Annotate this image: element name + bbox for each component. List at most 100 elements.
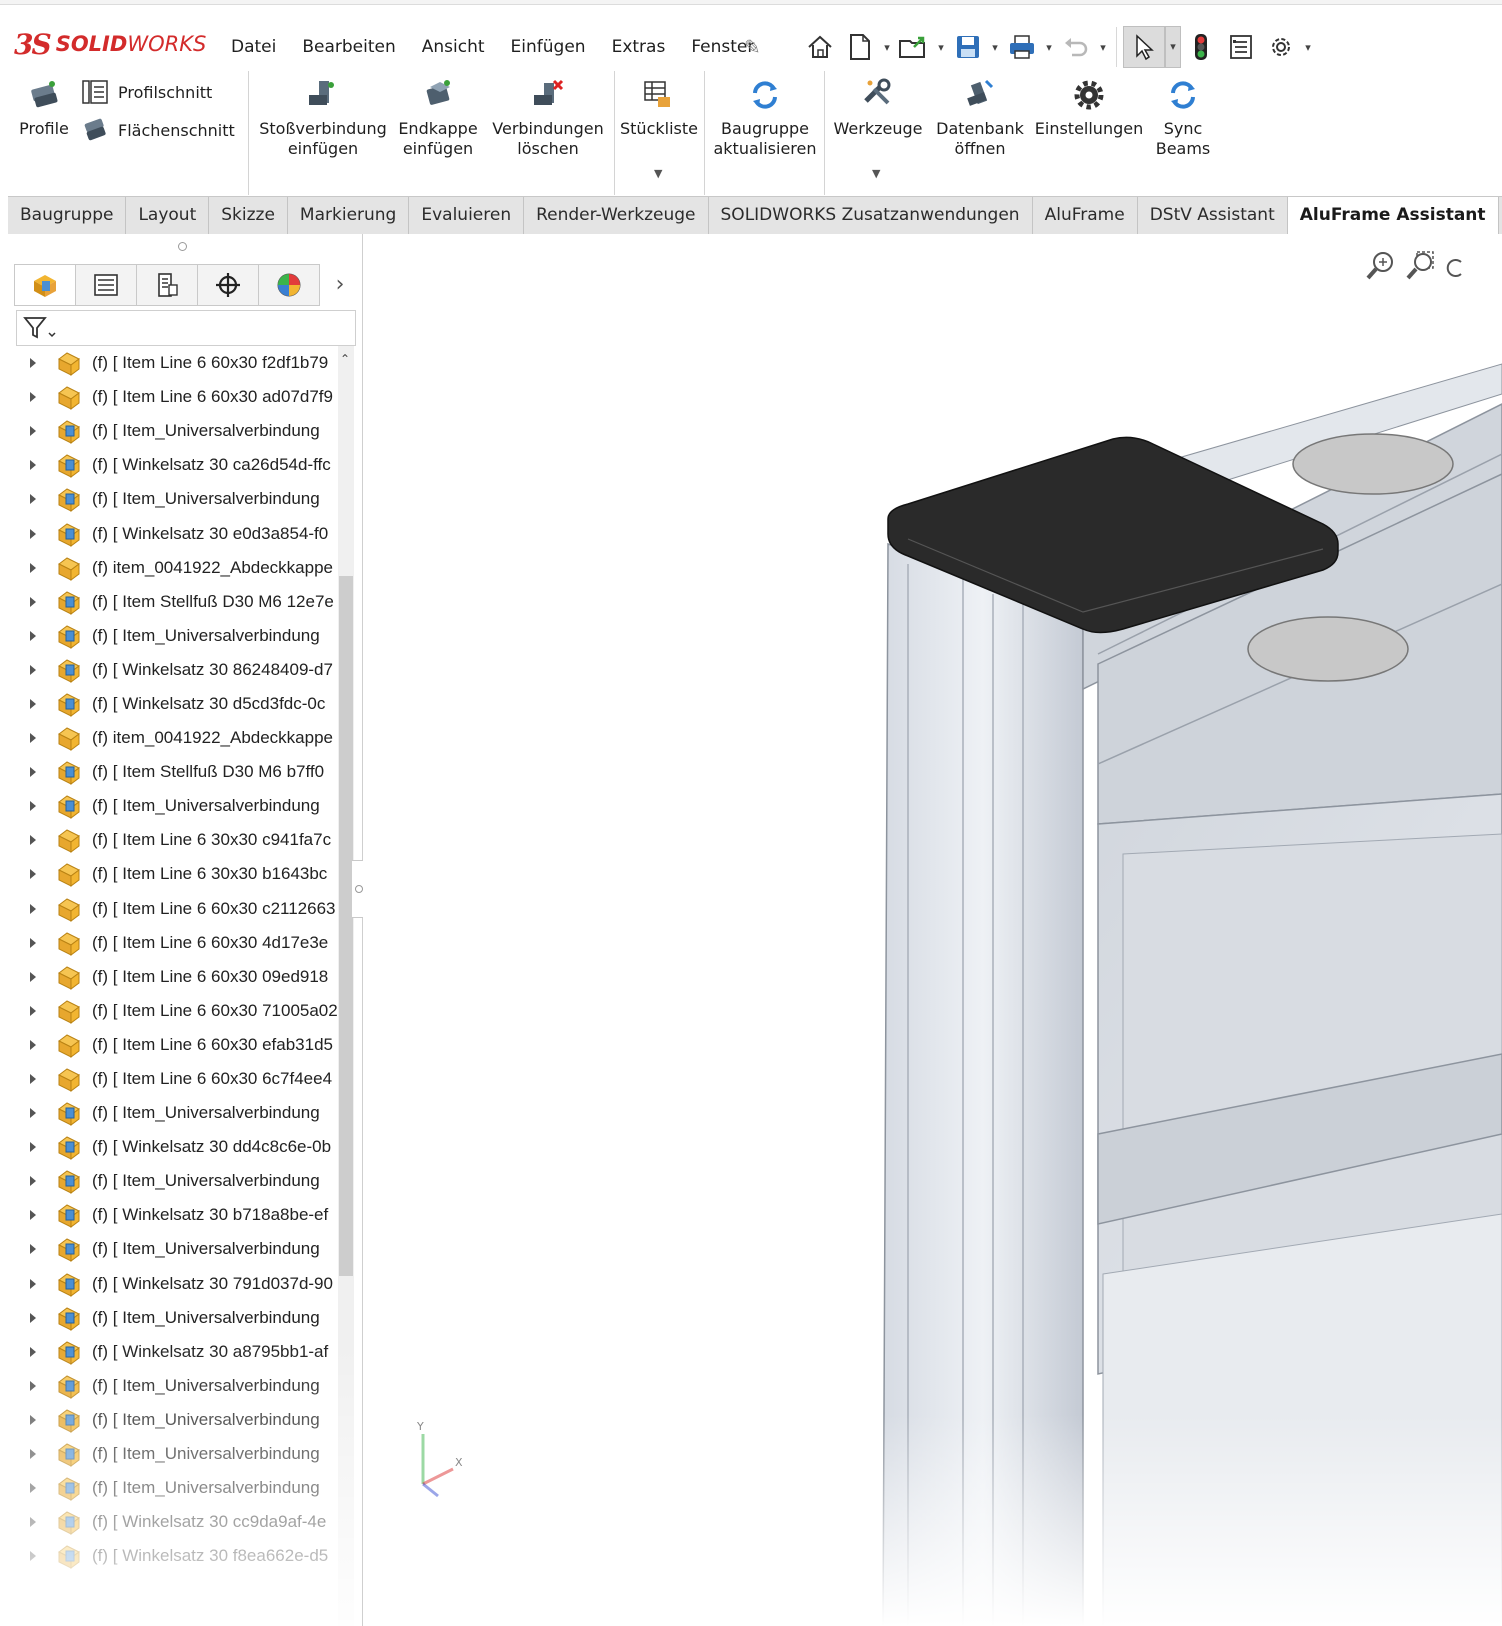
tree-item[interactable]: (f) [ Item_Universalverbindung [16,1301,346,1335]
propertymanager-tab-icon[interactable] [76,264,137,306]
tree-item[interactable]: (f) [ Item_Universalverbindung [16,1403,346,1437]
tree-item[interactable]: (f) [ Item Line 6 60x30 71005a02 [16,994,346,1028]
expand-arrow-icon[interactable] [30,698,36,709]
tree-item[interactable]: (f) [ Item Line 6 60x30 6c7f4ee4 [16,1062,346,1096]
expand-arrow-icon[interactable] [30,1312,36,1323]
tree-item[interactable]: (f) [ Winkelsatz 30 e0d3a854-f0 [16,516,346,550]
tree-item[interactable]: (f) [ Item_Universalverbindung [16,1232,346,1266]
expand-arrow-icon[interactable] [30,801,36,812]
einstellungen-button[interactable]: Einstellungen [1034,71,1144,139]
print-icon[interactable] [1002,27,1042,67]
tree-item[interactable]: (f) [ Item_Universalverbindung [16,482,346,516]
tree-filter[interactable] [16,310,356,346]
tree-item[interactable]: (f) [ Item Line 6 60x30 09ed918 [16,960,346,994]
expand-arrow-icon[interactable] [30,1108,36,1119]
tab-dstv-assistant[interactable]: DStV Assistant [1137,197,1288,234]
tree-item[interactable]: (f) [ Item_Universalverbindung [16,1164,346,1198]
expand-arrow-icon[interactable] [30,1380,36,1391]
tree-item[interactable]: (f) [ Item Line 6 30x30 b1643bc [16,857,346,891]
stueckliste-dropdown-icon[interactable]: ▼ [654,167,662,180]
undo-dropdown-icon[interactable]: ▾ [1096,41,1110,54]
dimxpert-tab-icon[interactable] [198,264,259,306]
tree-item[interactable]: (f) [ Item Line 6 60x30 efab31d5 [16,1028,346,1062]
expand-arrow-icon[interactable] [30,1483,36,1494]
tree-item[interactable]: (f) [ Item Line 6 60x30 c2112663 [16,892,346,926]
expand-arrow-icon[interactable] [30,1551,36,1562]
tab-solidworks-zusatzanwendungen[interactable]: SOLIDWORKS Zusatzanwendungen [708,197,1033,234]
expand-arrow-icon[interactable] [30,664,36,675]
endkappe-button[interactable]: Endkappe einfügen [396,71,480,159]
verbindungen-loeschen-button[interactable]: Verbindungen löschen [488,71,608,159]
tree-item[interactable]: (f) [ Item Stellfuß D30 M6 b7ff0 [16,755,346,789]
expand-arrow-icon[interactable] [30,630,36,641]
tree-item[interactable]: (f) [ Item_Universalverbindung [16,1369,346,1403]
expand-arrow-icon[interactable] [30,767,36,778]
tree-item[interactable]: (f) [ Item Line 6 30x30 c941fa7c [16,823,346,857]
expand-arrow-icon[interactable] [30,426,36,437]
baugruppe-aktualisieren-button[interactable]: Baugruppe aktualisieren [710,71,820,159]
print-dropdown-icon[interactable]: ▾ [1042,41,1056,54]
scroll-up-icon[interactable]: ⌃ [340,352,350,366]
menu-item[interactable]: Extras [599,37,679,57]
scrollbar-thumb[interactable] [339,576,353,1276]
werkzeuge-button[interactable]: Werkzeuge [830,71,926,139]
tab-render-werkzeuge[interactable]: Render-Werkzeuge [524,197,709,234]
display-manager-tab-icon[interactable] [259,264,320,306]
datenbank-oeffnen-button[interactable]: Datenbank öffnen [932,71,1028,159]
expand-arrow-icon[interactable] [30,971,36,982]
tree-item[interactable]: (f) [ Winkelsatz 30 ca26d54d-ffc [16,448,346,482]
tab-layout[interactable]: Layout [126,197,210,234]
featuremanager-tab-icon[interactable] [14,264,76,306]
menu-item[interactable]: Datei [218,37,289,57]
tree-item[interactable]: (f) [ Item_Universalverbindung [16,1471,346,1505]
options-dropdown-icon[interactable]: ▾ [1301,41,1315,54]
file-properties-icon[interactable] [1221,27,1261,67]
tab-evaluieren[interactable]: Evaluieren [409,197,525,234]
tree-scrollbar[interactable]: ⌃ [338,346,354,1626]
more-tabs-chevron-icon[interactable]: › [320,264,360,304]
tree-item[interactable]: (f) [ Item_Universalverbindung [16,789,346,823]
tree-item[interactable]: (f) [ Item Line 6 60x30 ad07d7f9 [16,380,346,414]
tree-item[interactable]: (f) [ Winkelsatz 30 791d037d-90 [16,1267,346,1301]
tab-skizze[interactable]: Skizze [209,197,288,234]
tab-markierung[interactable]: Markierung [287,197,410,234]
tree-item[interactable]: (f) item_0041922_Abdeckkappe [16,721,346,755]
tree-item[interactable]: (f) [ Item Line 6 60x30 f2df1b79 [16,346,346,380]
stueckliste-button[interactable]: Stückliste [620,71,698,139]
tab-aluframe-assistant[interactable]: AluFrame Assistant [1287,197,1499,234]
new-dropdown-icon[interactable]: ▾ [880,41,894,54]
expand-arrow-icon[interactable] [30,1142,36,1153]
expand-arrow-icon[interactable] [30,596,36,607]
open-icon[interactable] [894,27,934,67]
solidworks-logo[interactable]: 3S SOLIDWORKS [14,27,206,61]
select-dropdown-icon[interactable]: ▾ [1165,26,1181,68]
expand-arrow-icon[interactable] [30,1176,36,1187]
pin-menu-icon[interactable]: ✎ [744,35,761,59]
expand-arrow-icon[interactable] [30,392,36,403]
expand-arrow-icon[interactable] [30,528,36,539]
tab-baugruppe[interactable]: Baugruppe [8,197,127,234]
tree-item[interactable]: (f) [ Item_Universalverbindung [16,414,346,448]
sync-beams-button[interactable]: Sync Beams [1148,71,1218,159]
select-pointer-icon[interactable] [1123,26,1165,68]
tree-item[interactable]: (f) [ Item Line 6 60x30 4d17e3e [16,926,346,960]
werkzeuge-dropdown-icon[interactable]: ▼ [872,167,880,180]
expand-arrow-icon[interactable] [30,937,36,948]
tree-item[interactable]: (f) [ Item_Universalverbindung [16,1437,346,1471]
stossverbindung-button[interactable]: Stoßverbindung einfügen [258,71,388,159]
save-icon[interactable] [948,27,988,67]
rebuild-traffic-light-icon[interactable] [1181,27,1221,67]
open-dropdown-icon[interactable]: ▾ [934,41,948,54]
flaechenschnitt-button[interactable]: Flächenschnitt [80,115,235,145]
expand-arrow-icon[interactable] [30,1244,36,1255]
menu-item[interactable]: Einfügen [498,37,599,57]
expand-arrow-icon[interactable] [30,358,36,369]
expand-arrow-icon[interactable] [30,1210,36,1221]
tree-item[interactable]: (f) item_0041922_Abdeckkappe [16,551,346,585]
tree-item[interactable]: (f) [ Winkelsatz 30 a8795bb1-af [16,1335,346,1369]
tree-item[interactable]: (f) [ Item_Universalverbindung [16,1096,346,1130]
expand-arrow-icon[interactable] [30,1005,36,1016]
expand-arrow-icon[interactable] [30,1517,36,1528]
tree-item[interactable]: (f) [ Winkelsatz 30 d5cd3fdc-0c [16,687,346,721]
expand-arrow-icon[interactable] [30,562,36,573]
